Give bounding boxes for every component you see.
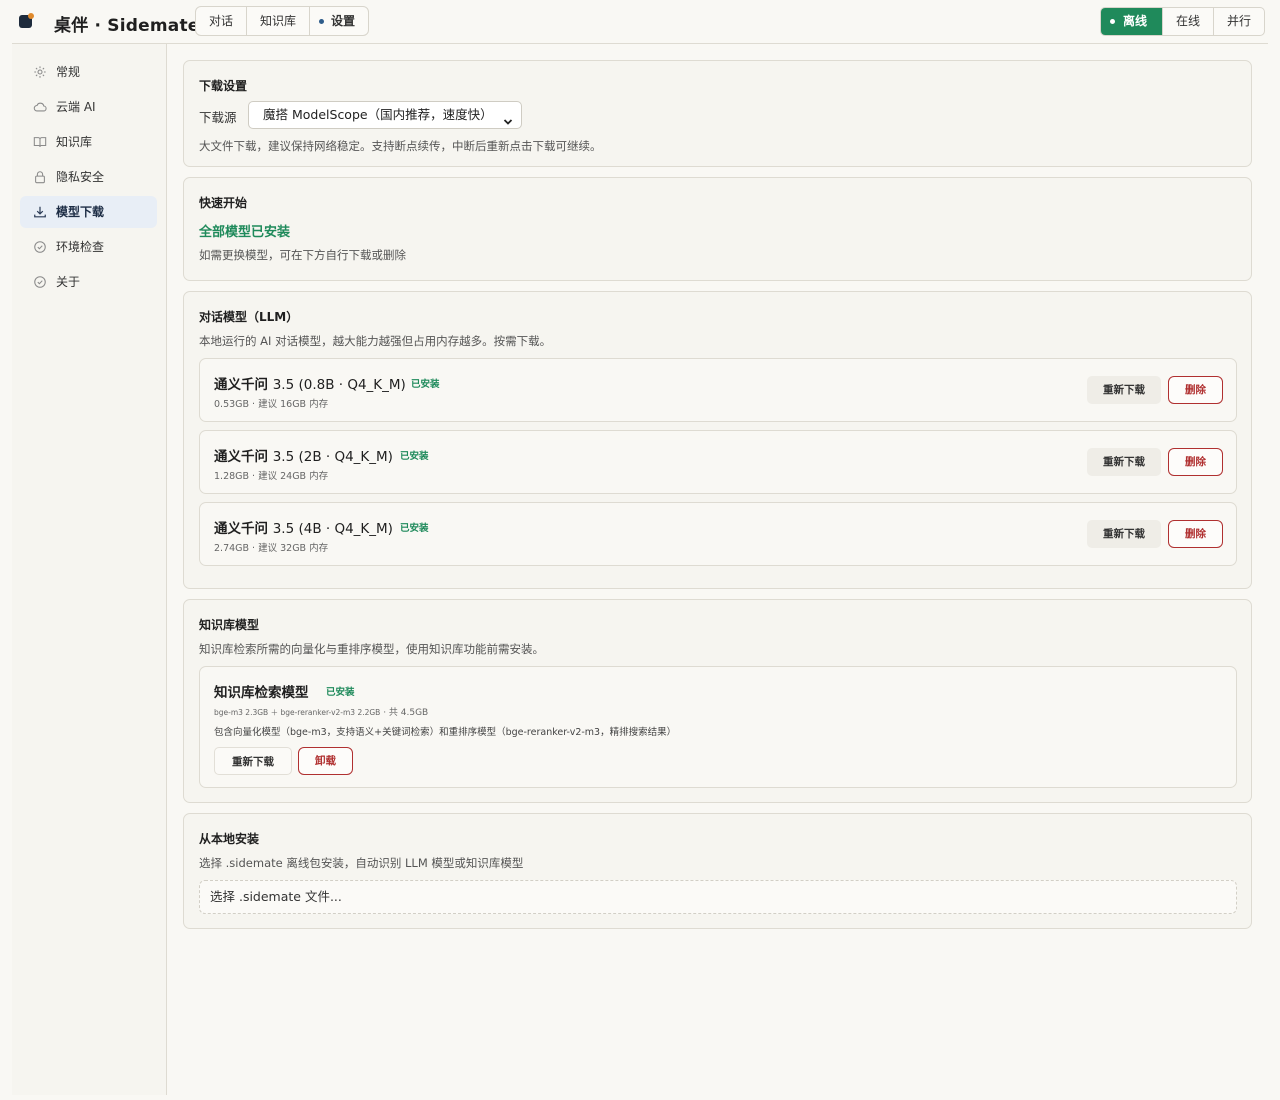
uninstall-button[interactable]: 卸载: [298, 747, 353, 775]
tab-knowledge-base[interactable]: 知识库: [247, 7, 311, 35]
sidebar-item-label: 模型下载: [56, 205, 105, 219]
download-settings-card: 下载设置 下载源 魔搭 ModelScope（国内推荐，速度快） 大文件下载，建…: [183, 60, 1252, 167]
sidebar-item-knowledge-base[interactable]: 知识库: [20, 126, 157, 158]
download-source-label: 下载源: [199, 110, 237, 125]
section-title: 知识库模型: [199, 618, 260, 632]
list-item: 通义千问 3.5 (0.8B · Q4_K_M) 已安装 0.53GB · 建议…: [199, 358, 1237, 422]
model-name: 通义千问 3.5 (2B · Q4_K_M): [214, 449, 393, 465]
list-item: 通义千问 3.5 (2B · Q4_K_M) 已安装 1.28GB · 建议 2…: [199, 430, 1237, 494]
delete-button[interactable]: 删除: [1168, 520, 1223, 548]
sidebar-item-label: 知识库: [56, 135, 93, 149]
delete-button[interactable]: 删除: [1168, 448, 1223, 476]
kb-models-card: 知识库模型 知识库检索所需的向量化与重排序模型，使用知识库功能前需安装。 知识库…: [183, 599, 1252, 803]
sidebar-item-label: 常规: [56, 65, 81, 79]
model-detail: 包含向量化模型（bge-m3，支持语义+关键词检索）和重排序模型（bge-rer…: [214, 727, 677, 738]
status-badge: 已安装: [400, 451, 429, 462]
chevron-down-icon: [503, 110, 513, 125]
app-brand: 桌伴 · Sidemate: [54, 16, 200, 36]
redownload-button[interactable]: 重新下载: [214, 747, 292, 775]
download-source-value: 魔搭 ModelScope（国内推荐，速度快）: [263, 107, 493, 122]
check-circle-icon: [33, 240, 47, 254]
llm-models-card: 对话模型（LLM） 本地运行的 AI 对话模型，越大能力越强但占用内存越多。按需…: [183, 291, 1252, 589]
kb-description: 知识库检索所需的向量化与重排序模型，使用知识库功能前需安装。: [199, 642, 544, 656]
status-badge: 已安装: [411, 379, 440, 390]
mode-online-button[interactable]: 在线: [1163, 8, 1215, 35]
mode-switch: 离线 在线 并行: [1100, 7, 1266, 36]
sidebar-item-model-download[interactable]: 模型下载: [20, 196, 157, 228]
book-icon: [33, 135, 47, 149]
section-title: 快速开始: [199, 196, 248, 210]
section-title: 从本地安装: [199, 832, 260, 846]
list-item: 知识库检索模型 已安装 bge-m3 2.3GB ＋ bge-reranker-…: [199, 666, 1237, 788]
sidebar-item-cloud-ai[interactable]: 云端 AI: [20, 91, 157, 123]
status-badge: 已安装: [326, 687, 355, 698]
mode-offline-button[interactable]: 离线: [1101, 8, 1163, 35]
sidebar-item-label: 云端 AI: [56, 100, 96, 114]
tab-chat[interactable]: 对话: [196, 7, 248, 35]
gear-icon: [33, 65, 47, 79]
sidebar-item-label: 关于: [56, 275, 81, 289]
lock-icon: [33, 170, 47, 184]
sidebar-item-general[interactable]: 常规: [20, 56, 157, 88]
quick-start-card: 快速开始 全部模型已安装 如需更换模型，可在下方自行下载或删除: [183, 177, 1252, 281]
download-source-select[interactable]: 魔搭 ModelScope（国内推荐，速度快）: [248, 101, 522, 129]
sidebar-item-about[interactable]: 关于: [20, 266, 157, 298]
model-meta: 0.53GB · 建议 16GB 内存: [214, 399, 329, 410]
install-status: 全部模型已安装: [199, 225, 291, 240]
local-install-description: 选择 .sidemate 离线包安装，自动识别 LLM 模型或知识库模型: [199, 856, 524, 870]
download-note: 大文件下载，建议保持网络稳定。支持断点续传，中断后重新点击下载可继续。: [199, 139, 602, 153]
cloud-icon: [33, 100, 47, 114]
tab-settings[interactable]: 设置: [310, 7, 368, 35]
sidebar-item-environment-check[interactable]: 环境检查: [20, 231, 157, 263]
quick-start-note: 如需更换模型，可在下方自行下载或删除: [199, 248, 406, 262]
mode-parallel-button[interactable]: 并行: [1214, 8, 1264, 35]
redownload-button[interactable]: 重新下载: [1087, 520, 1161, 548]
top-bar: 桌伴 · Sidemate 对话 知识库 设置 离线 在线 并行: [12, 0, 1268, 44]
check-circle-icon: [33, 275, 47, 289]
settings-sidebar: 常规 云端 AI 知识库 隐私安全 模型下载 环境检查 关于: [12, 44, 167, 1095]
section-title: 对话模型（LLM）: [199, 310, 299, 324]
model-name: 通义千问 3.5 (0.8B · Q4_K_M): [214, 377, 406, 393]
model-name: 通义千问 3.5 (4B · Q4_K_M): [214, 521, 393, 537]
redownload-button[interactable]: 重新下载: [1087, 376, 1161, 404]
llm-description: 本地运行的 AI 对话模型，越大能力越强但占用内存越多。按需下载。: [199, 334, 552, 348]
redownload-button[interactable]: 重新下载: [1087, 448, 1161, 476]
local-install-card: 从本地安装 选择 .sidemate 离线包安装，自动识别 LLM 模型或知识库…: [183, 813, 1252, 929]
file-picker-button[interactable]: 选择 .sidemate 文件...: [199, 880, 1237, 914]
status-badge: 已安装: [400, 523, 429, 534]
model-meta: 2.74GB · 建议 32GB 内存: [214, 543, 329, 554]
sidebar-item-privacy[interactable]: 隐私安全: [20, 161, 157, 193]
delete-button[interactable]: 删除: [1168, 376, 1223, 404]
section-title: 下载设置: [199, 79, 248, 93]
sidebar-item-label: 隐私安全: [56, 170, 105, 184]
main-nav: 对话 知识库 设置: [195, 6, 370, 36]
list-item: 通义千问 3.5 (4B · Q4_K_M) 已安装 2.74GB · 建议 3…: [199, 502, 1237, 566]
sidebar-item-label: 环境检查: [56, 240, 105, 254]
download-icon: [33, 205, 47, 219]
model-meta: bge-m3 2.3GB ＋ bge-reranker-v2-m3 2.2GB …: [214, 708, 429, 718]
model-meta: 1.28GB · 建议 24GB 内存: [214, 471, 329, 482]
app-logo: [19, 13, 34, 28]
model-name: 知识库检索模型: [214, 685, 309, 701]
